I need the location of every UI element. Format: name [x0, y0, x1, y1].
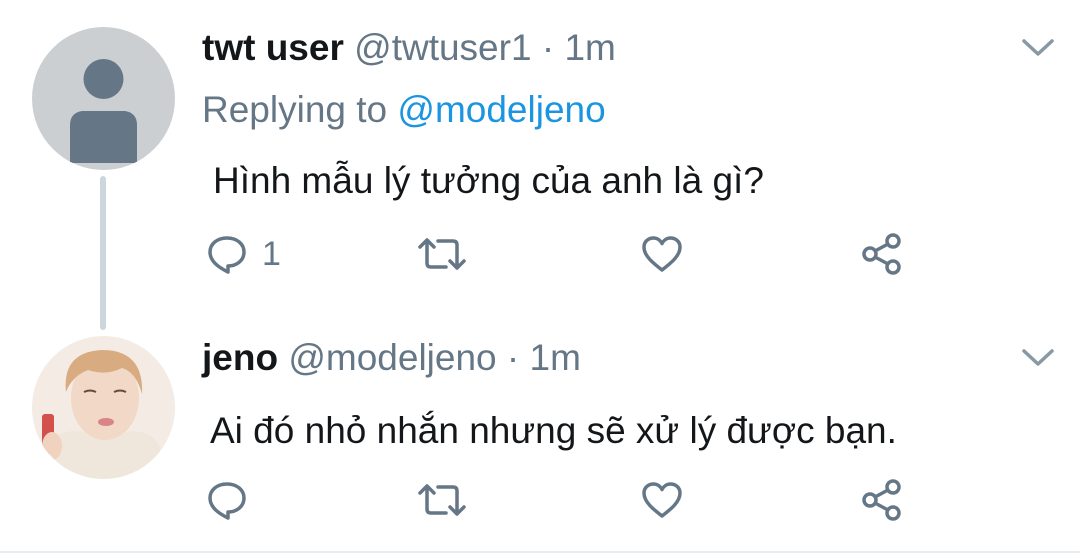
share-button[interactable] — [860, 478, 904, 522]
tweet-text: Ai đó nhỏ nhắn nhưng sẽ xử lý được bạn. — [210, 410, 897, 451]
avatar[interactable] — [32, 336, 175, 479]
replying-to: Replying to @modeljeno — [202, 88, 606, 132]
reply-button[interactable]: 1 — [206, 234, 281, 274]
avatar[interactable] — [32, 27, 175, 170]
display-name[interactable]: jeno — [202, 337, 278, 378]
reply-icon — [208, 482, 246, 520]
like-button[interactable] — [641, 481, 683, 519]
separator: · — [506, 337, 520, 378]
tweet-text: Hình mẫu lý tưởng của anh là gì? — [213, 160, 764, 201]
username[interactable]: @twtuser1 — [354, 27, 531, 68]
tweet-1[interactable]: twt user @twtuser1 · 1m Replying to @mod… — [0, 0, 1080, 330]
like-icon — [642, 236, 682, 272]
default-avatar-icon — [70, 59, 137, 163]
reply-mention-link[interactable]: @modeljeno — [397, 89, 605, 130]
retweet-button[interactable] — [416, 482, 468, 518]
retweet-icon — [418, 484, 466, 516]
timestamp[interactable]: 1m — [530, 337, 581, 378]
reply-count: 1 — [262, 234, 281, 273]
like-icon — [642, 482, 682, 518]
separator: · — [541, 27, 555, 68]
timestamp[interactable]: 1m — [564, 27, 615, 68]
tweet-header: jeno @modeljeno · 1m — [202, 336, 581, 380]
replying-label: Replying to — [202, 89, 388, 130]
chevron-down-icon[interactable] — [1020, 36, 1056, 60]
reply-button[interactable] — [206, 480, 248, 520]
retweet-icon — [418, 238, 466, 270]
reply-icon — [208, 236, 246, 274]
display-name[interactable]: twt user — [202, 27, 344, 68]
divider — [0, 551, 1080, 553]
tweet-2[interactable]: jeno @modeljeno · 1m Ai đó nhỏ nhắn nhưn… — [0, 330, 1080, 550]
retweet-button[interactable] — [416, 236, 468, 272]
chevron-down-icon[interactable] — [1020, 346, 1056, 370]
thread-line — [100, 176, 106, 330]
profile-photo — [32, 336, 175, 479]
username[interactable]: @modeljeno — [288, 337, 496, 378]
tweet-header: twt user @twtuser1 · 1m — [202, 26, 616, 70]
share-icon — [862, 233, 901, 275]
like-button[interactable] — [641, 235, 683, 273]
share-icon — [862, 479, 901, 521]
share-button[interactable] — [860, 232, 904, 276]
